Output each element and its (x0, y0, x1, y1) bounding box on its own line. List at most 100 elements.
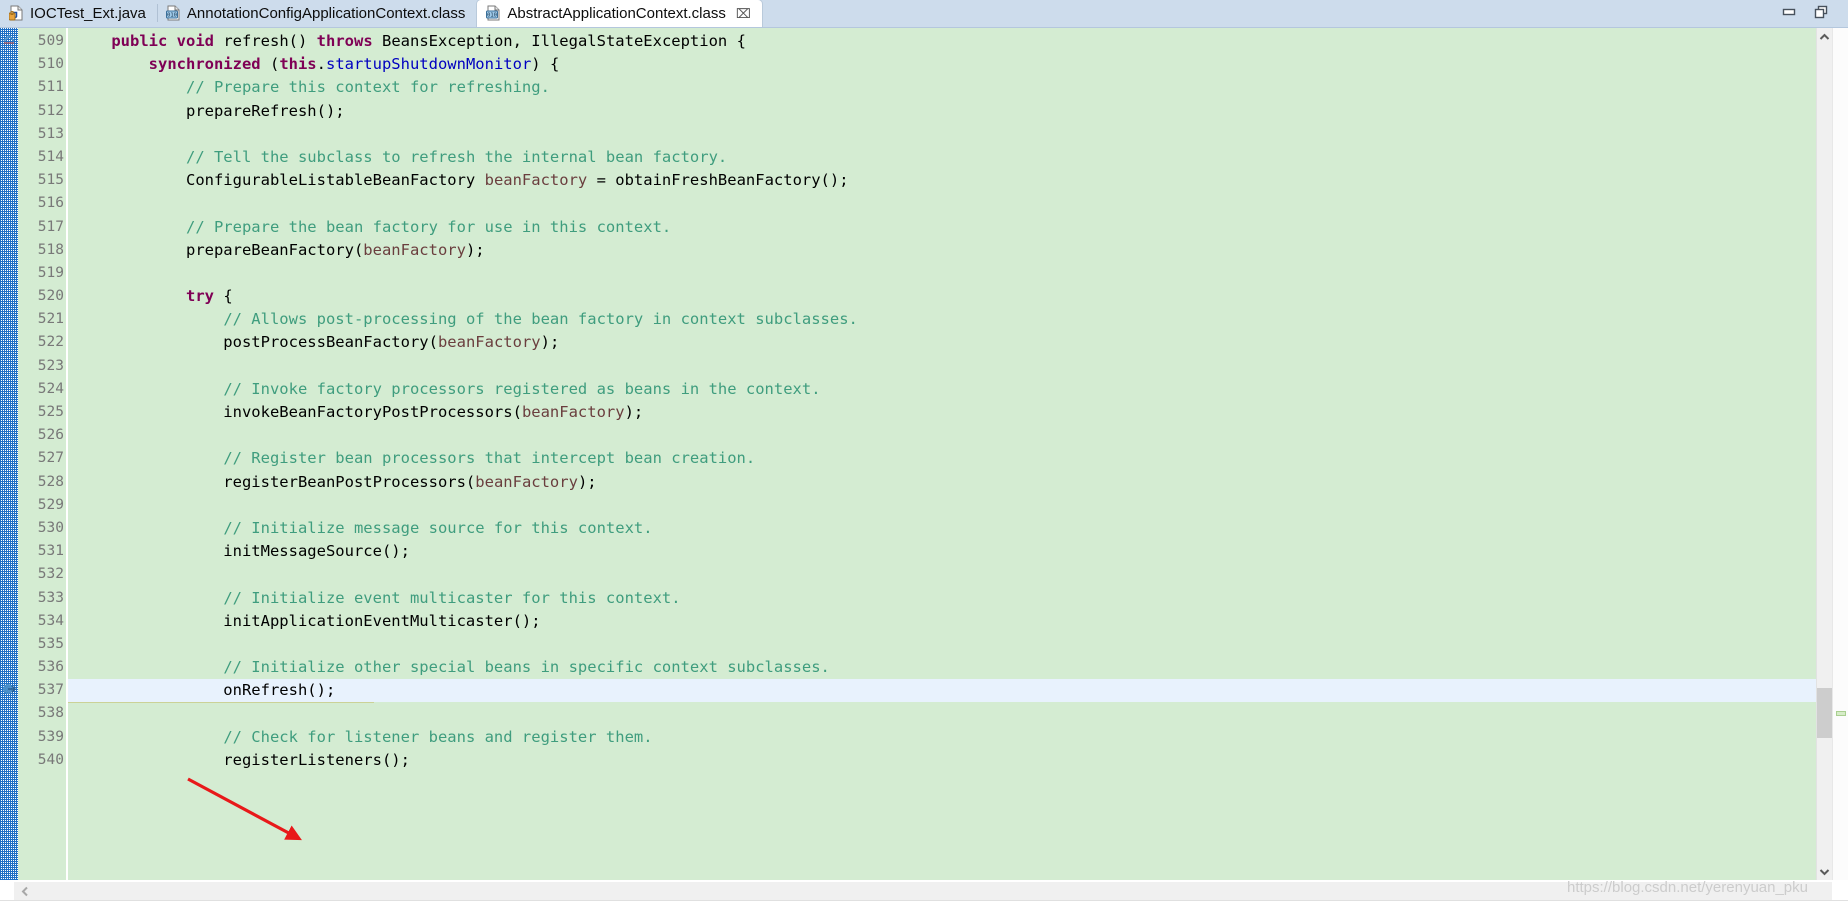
editor-tab-3[interactable]: 010 AbstractApplicationContext.class ⌧ (476, 0, 763, 27)
code-line[interactable]: synchronized (this.startupShutdownMonito… (68, 53, 1816, 76)
code-line[interactable]: // Prepare the bean factory for use in t… (68, 216, 1816, 239)
eclipse-editor-window: IOCTest_Ext.java 010 AnnotationConfigApp… (0, 0, 1848, 908)
line-number: 514 (37, 148, 64, 165)
line-number: 530 (37, 519, 64, 536)
chevron-up-icon[interactable] (1817, 28, 1832, 45)
code-token-pln: ) { (531, 55, 560, 74)
line-number: 521 (37, 311, 64, 328)
code-token-pln: = obtainFreshBeanFactory(); (587, 171, 849, 190)
line-number: 516 (37, 195, 64, 212)
code-line[interactable]: registerListeners(); (68, 749, 1816, 772)
code-line[interactable]: // Initialize other special beans in spe… (68, 656, 1816, 679)
code-line[interactable]: // Allows post-processing of the bean fa… (68, 308, 1816, 331)
method-override-marker-icon[interactable] (2, 682, 16, 696)
chevron-left-icon[interactable] (14, 882, 36, 900)
code-line[interactable] (68, 123, 1816, 146)
horizontal-scroll-track[interactable] (36, 882, 1832, 900)
code-line[interactable]: postProcessBeanFactory(beanFactory); (68, 331, 1816, 354)
minimize-icon[interactable] (1782, 5, 1796, 24)
svg-text:010: 010 (488, 13, 498, 19)
code-token-pln (74, 658, 223, 676)
code-line[interactable]: // Register bean processors that interce… (68, 447, 1816, 470)
code-token-pln (74, 519, 223, 537)
code-line-current[interactable]: onRefresh(); (68, 679, 1816, 703)
code-token-cmt: // Prepare this context for refreshing. (185, 78, 550, 97)
code-line[interactable]: // Invoke factory processors registered … (68, 378, 1816, 401)
vertical-scrollbar[interactable] (1816, 28, 1832, 880)
code-token-cmt: // Initialize event multicaster for this… (223, 588, 681, 607)
code-line[interactable]: initMessageSource(); (68, 540, 1816, 563)
code-line[interactable]: prepareRefresh(); (68, 100, 1816, 123)
line-number: 522 (37, 334, 64, 351)
code-line[interactable] (68, 494, 1816, 517)
code-token-loc: beanFactory (475, 472, 578, 491)
code-token-pln: initMessageSource(); (74, 542, 410, 561)
code-token-pln: registerBeanPostProcessors( (74, 472, 476, 491)
code-token-pln: initApplicationEventMulticaster(); (74, 611, 541, 630)
code-line[interactable]: try { (68, 285, 1816, 308)
code-line[interactable]: // Initialize message source for this co… (68, 517, 1816, 540)
code-line[interactable]: public void refresh() throws BeansExcept… (68, 30, 1816, 53)
line-number: 539 (37, 728, 64, 745)
line-number: 531 (37, 543, 64, 560)
code-text-area[interactable]: public void refresh() throws BeansExcept… (68, 28, 1816, 880)
code-token-pln (74, 449, 223, 467)
code-line[interactable] (68, 262, 1816, 285)
chevron-down-icon[interactable] (1817, 863, 1832, 880)
code-token-pln (74, 589, 223, 607)
editor-tab-2[interactable]: 010 AnnotationConfigApplicationContext.c… (156, 0, 477, 27)
code-line[interactable] (68, 192, 1816, 215)
close-icon[interactable]: ⌧ (736, 7, 751, 20)
code-token-kw: void (176, 32, 214, 50)
code-token-pln (74, 32, 111, 50)
code-line[interactable]: registerBeanPostProcessors(beanFactory); (68, 471, 1816, 494)
line-number: 537 (37, 682, 64, 699)
code-line[interactable]: // Tell the subclass to refresh the inte… (68, 146, 1816, 169)
code-token-pln: onRefresh(); (74, 681, 336, 700)
code-token-cmt: // Invoke factory processors registered … (223, 379, 821, 398)
class-file-icon: 010 (165, 5, 181, 21)
code-token-pln: ); (577, 472, 597, 491)
code-line[interactable] (68, 355, 1816, 378)
code-line[interactable]: invokeBeanFactoryPostProcessors(beanFact… (68, 401, 1816, 424)
code-token-pln: refresh() (214, 32, 317, 50)
line-number: 535 (37, 635, 64, 652)
code-line[interactable]: // Initialize event multicaster for this… (68, 587, 1816, 610)
code-token-pln: ( (260, 55, 280, 74)
overview-ruler[interactable] (1832, 28, 1848, 880)
line-number: 532 (37, 566, 64, 583)
line-number: 526 (37, 427, 64, 444)
line-number: 538 (37, 705, 64, 722)
code-token-kw: try (185, 287, 214, 306)
editor-tab-1[interactable]: IOCTest_Ext.java (0, 0, 157, 27)
window-bottom-edge (0, 900, 1848, 908)
line-number: 518 (37, 241, 64, 258)
code-line[interactable]: // Prepare this context for refreshing. (68, 76, 1816, 99)
code-line[interactable]: // Check for listener beans and register… (68, 726, 1816, 749)
line-number: 528 (37, 473, 64, 490)
code-line[interactable] (68, 633, 1816, 656)
line-number: 533 (37, 589, 64, 606)
line-number: 519 (37, 264, 64, 281)
restore-icon[interactable] (1814, 5, 1828, 24)
editor-tab-bar: IOCTest_Ext.java 010 AnnotationConfigApp… (0, 0, 1848, 28)
source-editor[interactable]: 509 510 511 512 513 514 515 516 517 518 519 520 521 5… (0, 28, 1848, 908)
annotation-ruler[interactable] (0, 28, 18, 880)
code-token-pln: ); (465, 240, 485, 259)
code-line[interactable]: prepareBeanFactory(beanFactory); (68, 239, 1816, 262)
code-line[interactable] (68, 563, 1816, 586)
fold-collapse-icon[interactable] (2, 32, 16, 46)
code-line[interactable] (68, 424, 1816, 447)
code-token-pln: { (213, 287, 233, 306)
horizontal-scrollbar[interactable] (0, 882, 1832, 900)
code-token-kw: throws (316, 32, 373, 50)
code-token-pln (74, 728, 223, 746)
line-number: 536 (37, 659, 64, 676)
vertical-scroll-thumb[interactable] (1817, 688, 1832, 738)
code-line[interactable]: ConfigurableListableBeanFactory beanFact… (68, 169, 1816, 192)
line-number: 524 (37, 380, 64, 397)
code-line[interactable] (68, 702, 1816, 725)
code-token-pln: prepareRefresh(); (74, 101, 345, 120)
overview-ruler-marker[interactable] (1836, 711, 1846, 716)
code-line[interactable]: initApplicationEventMulticaster(); (68, 610, 1816, 633)
